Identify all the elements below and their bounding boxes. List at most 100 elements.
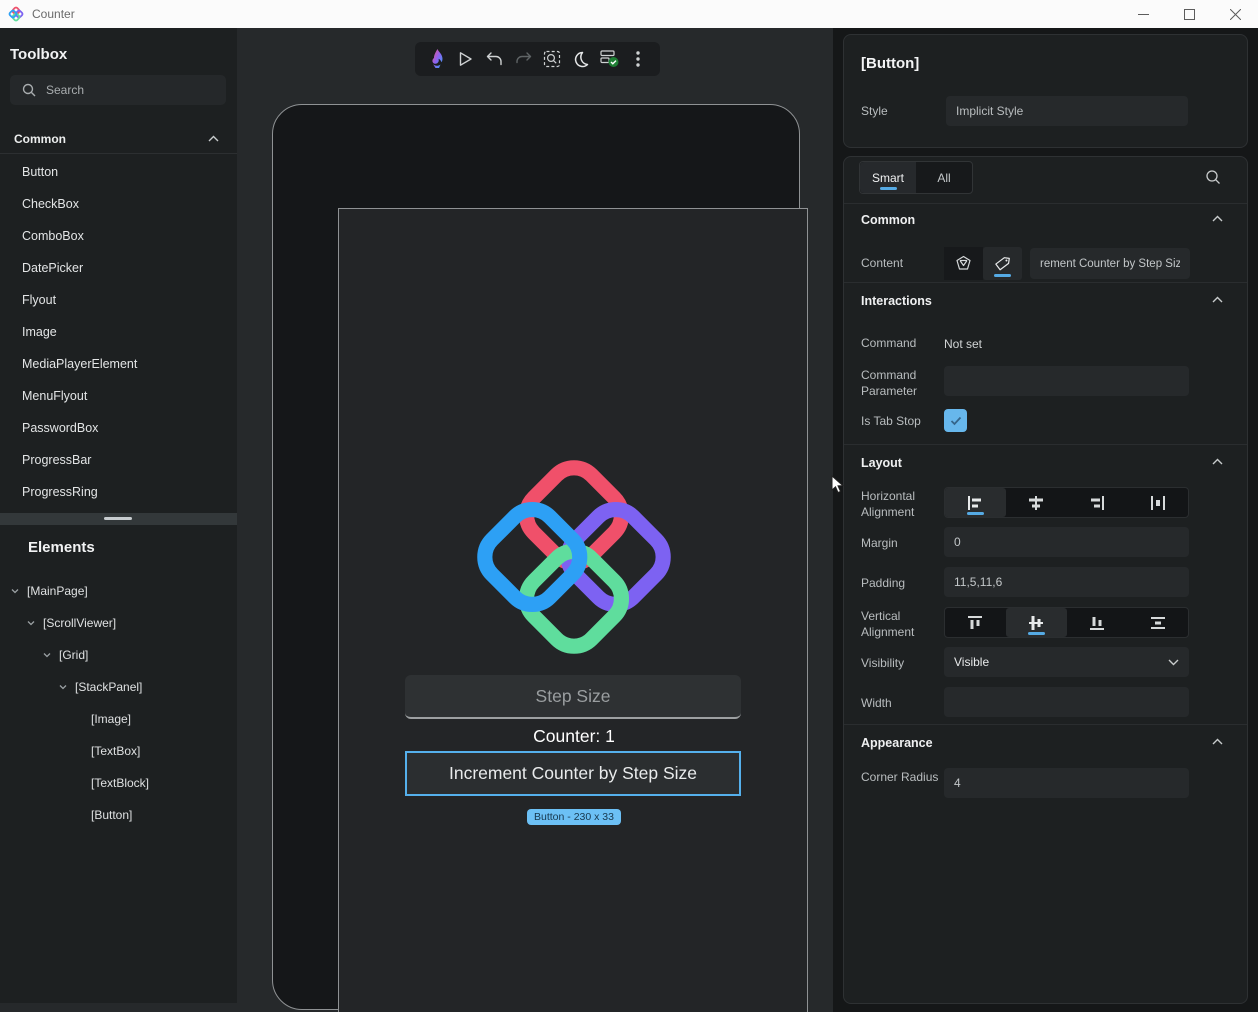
style-label: Style bbox=[861, 104, 888, 118]
tree-item-stackpanel[interactable]: [StackPanel] bbox=[0, 671, 237, 703]
toolbox-item-flyout[interactable]: Flyout bbox=[0, 284, 237, 316]
hot-design-flame-icon[interactable] bbox=[425, 47, 449, 71]
selection-header-card: [Button] Style bbox=[843, 34, 1248, 148]
margin-input[interactable] bbox=[944, 527, 1189, 557]
align-stretch-v-icon bbox=[1150, 616, 1165, 629]
section-layout[interactable]: Layout bbox=[861, 456, 902, 470]
toolbox-item-mediaplayerelement[interactable]: MediaPlayerElement bbox=[0, 348, 237, 380]
tree-item-button[interactable]: [Button] bbox=[0, 799, 237, 831]
corner-radius-input[interactable] bbox=[944, 768, 1189, 798]
tree-item-scrollviewer[interactable]: [ScrollViewer] bbox=[0, 607, 237, 639]
tree-item-textblock[interactable]: [TextBlock] bbox=[0, 767, 237, 799]
section-appearance[interactable]: Appearance bbox=[861, 736, 933, 750]
minimize-button[interactable] bbox=[1120, 0, 1166, 28]
align-left-icon bbox=[968, 495, 982, 510]
toolbox-item-checkbox[interactable]: CheckBox bbox=[0, 188, 237, 220]
dark-mode-moon-icon[interactable] bbox=[568, 47, 592, 71]
style-input[interactable] bbox=[946, 96, 1188, 126]
toolbox-list: Button CheckBox ComboBox DatePicker Flyo… bbox=[0, 156, 237, 508]
is-tab-stop-label: Is Tab Stop bbox=[861, 414, 921, 428]
align-bottom-icon bbox=[1089, 616, 1104, 630]
toolbox-item-progressbar[interactable]: ProgressBar bbox=[0, 444, 237, 476]
align-right-icon bbox=[1090, 495, 1104, 510]
toolbox-item-passwordbox[interactable]: PasswordBox bbox=[0, 412, 237, 444]
sidebar-bottom-strip bbox=[0, 1003, 237, 1012]
width-input[interactable] bbox=[944, 687, 1189, 717]
play-icon[interactable] bbox=[454, 47, 478, 71]
tree-item-image[interactable]: [Image] bbox=[0, 703, 237, 735]
increment-button[interactable]: Increment Counter by Step Size bbox=[405, 751, 741, 796]
binding-mode-button[interactable] bbox=[944, 247, 983, 280]
maximize-button[interactable] bbox=[1166, 0, 1212, 28]
property-tabs: Smart All bbox=[859, 161, 973, 194]
toolbox-item-progressring[interactable]: ProgressRing bbox=[0, 476, 237, 508]
selection-size-badge: Button - 230 x 33 bbox=[339, 807, 809, 825]
chevron-down-icon[interactable] bbox=[42, 650, 52, 660]
search-icon bbox=[22, 83, 36, 97]
zoom-selection-icon[interactable] bbox=[540, 47, 564, 71]
visibility-label: Visibility bbox=[861, 656, 905, 670]
toolbox-section-common[interactable]: Common bbox=[0, 124, 237, 154]
literal-mode-button[interactable] bbox=[983, 247, 1022, 280]
tab-all[interactable]: All bbox=[916, 162, 972, 193]
toolbox-item-combobox[interactable]: ComboBox bbox=[0, 220, 237, 252]
redo-icon[interactable] bbox=[511, 47, 535, 71]
align-center-v-button[interactable] bbox=[1005, 608, 1067, 637]
step-size-placeholder: Step Size bbox=[535, 685, 611, 706]
toolbox-item-datepicker[interactable]: DatePicker bbox=[0, 252, 237, 284]
chevron-up-icon[interactable] bbox=[1212, 458, 1223, 465]
align-top-button[interactable] bbox=[945, 608, 1006, 637]
chevron-up-icon[interactable] bbox=[1212, 215, 1223, 222]
is-tab-stop-checkbox[interactable] bbox=[944, 409, 967, 432]
align-right-button[interactable] bbox=[1067, 488, 1128, 517]
properties-search-icon[interactable] bbox=[1205, 169, 1221, 185]
command-label: Command bbox=[861, 336, 917, 350]
section-common[interactable]: Common bbox=[861, 213, 915, 227]
padding-label: Padding bbox=[861, 576, 906, 590]
titlebar: Counter bbox=[0, 0, 1258, 28]
splitter-handle-icon bbox=[104, 517, 132, 520]
selected-element-title: [Button] bbox=[861, 55, 920, 72]
align-stretch-v-button[interactable] bbox=[1127, 608, 1188, 637]
align-top-icon bbox=[968, 615, 983, 629]
check-icon bbox=[950, 416, 961, 425]
chevron-down-icon[interactable] bbox=[58, 682, 68, 692]
content-input[interactable] bbox=[1030, 248, 1190, 279]
search-placeholder: Search bbox=[46, 83, 85, 97]
align-bottom-button[interactable] bbox=[1067, 608, 1128, 637]
step-size-textbox[interactable]: Step Size bbox=[405, 675, 741, 719]
validation-check-icon[interactable] bbox=[597, 47, 621, 71]
tree-item-mainpage[interactable]: [MainPage] bbox=[0, 575, 237, 607]
align-left-button[interactable] bbox=[945, 488, 1006, 517]
chevron-down-icon[interactable] bbox=[10, 586, 20, 596]
elements-title: Elements bbox=[28, 539, 95, 556]
command-parameter-input[interactable] bbox=[944, 366, 1189, 396]
toolbox-item-image[interactable]: Image bbox=[0, 316, 237, 348]
chevron-down-icon[interactable] bbox=[26, 618, 36, 628]
align-stretch-h-button[interactable] bbox=[1127, 488, 1188, 517]
binding-icon bbox=[956, 255, 971, 270]
section-interactions[interactable]: Interactions bbox=[861, 294, 932, 308]
more-options-icon[interactable] bbox=[626, 47, 650, 71]
chevron-up-icon[interactable] bbox=[1212, 296, 1223, 303]
counter-textblock: Counter: 1 bbox=[533, 726, 615, 746]
design-canvas[interactable]: Step Size Counter: 1 Increment Counter b… bbox=[237, 28, 833, 1012]
toolbox-item-menuflyout[interactable]: MenuFlyout bbox=[0, 380, 237, 412]
toolbox-search-input[interactable]: Search bbox=[10, 75, 226, 105]
toolbox-item-button[interactable]: Button bbox=[0, 156, 237, 188]
tab-smart[interactable]: Smart bbox=[860, 162, 916, 193]
tree-item-textbox[interactable]: [TextBox] bbox=[0, 735, 237, 767]
properties-panel: [Button] Style Smart All Common Conte bbox=[833, 28, 1258, 1012]
device-screen[interactable]: Step Size Counter: 1 Increment Counter b… bbox=[338, 208, 808, 1012]
tree-item-grid[interactable]: [Grid] bbox=[0, 639, 237, 671]
undo-icon[interactable] bbox=[483, 47, 507, 71]
margin-label: Margin bbox=[861, 536, 898, 550]
close-button[interactable] bbox=[1212, 0, 1258, 28]
align-center-h-button[interactable] bbox=[1006, 488, 1067, 517]
chevron-up-icon[interactable] bbox=[1212, 738, 1223, 745]
padding-input[interactable] bbox=[944, 567, 1189, 597]
vertical-alignment-label: Vertical Alignment bbox=[861, 609, 915, 639]
app-logo-image[interactable] bbox=[464, 447, 684, 667]
panel-splitter[interactable] bbox=[0, 513, 237, 525]
visibility-select[interactable]: Visible bbox=[944, 647, 1189, 677]
